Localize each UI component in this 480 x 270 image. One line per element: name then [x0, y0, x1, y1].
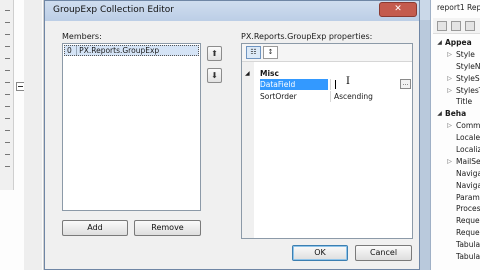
expand-icon[interactable]: ▷ — [445, 49, 454, 61]
expand-icon[interactable]: ▷ — [445, 73, 454, 85]
properties-icon[interactable] — [465, 21, 475, 31]
expand-icon[interactable]: ▷ — [445, 120, 454, 132]
expand-icon[interactable]: ▷ — [445, 156, 454, 168]
alphabetical-icon[interactable] — [451, 21, 461, 31]
property-value[interactable]: Ascending — [332, 91, 412, 102]
properties-label: PX.Reports.GroupExp properties: — [241, 32, 373, 41]
dialog-title-bar[interactable]: GroupExp Collection Editor ✕ — [45, 1, 419, 21]
properties-window-list: ◢Appea▷StyleStyleNa▷StyleSh▷StylesTTitle… — [433, 37, 480, 263]
properties-item[interactable]: Tabula — [433, 251, 480, 263]
properties-item-label: Naviga — [456, 180, 480, 190]
expand-icon[interactable]: ▷ — [445, 85, 454, 97]
move-down-button[interactable]: ⬇ — [207, 68, 222, 83]
remove-button[interactable]: Remove — [134, 220, 201, 236]
properties-item[interactable]: Reque — [433, 227, 480, 239]
close-icon: ✕ — [394, 4, 402, 14]
properties-item[interactable]: Naviga — [433, 180, 480, 192]
ellipsis-button[interactable]: ... — [400, 79, 411, 89]
member-item[interactable]: 0 PX.Reports.GroupExp — [64, 45, 199, 56]
property-row-datafield[interactable]: DataField ... — [254, 79, 412, 90]
properties-item[interactable]: Param — [433, 192, 480, 204]
member-index: 0 — [67, 46, 72, 55]
properties-item[interactable]: ▷StylesT — [433, 85, 480, 97]
properties-item-label: Style — [456, 49, 475, 59]
arrow-down-icon: ⬇ — [211, 71, 218, 80]
properties-category[interactable]: ◢ Appea — [433, 37, 480, 49]
properties-item[interactable]: StyleNa — [433, 61, 480, 73]
properties-item[interactable]: Localiz — [433, 144, 480, 156]
property-name: DataField — [260, 79, 328, 90]
properties-item[interactable]: Naviga — [433, 168, 480, 180]
arrow-up-icon: ⬆ — [211, 49, 218, 58]
dialog-title: GroupExp Collection Editor — [53, 5, 174, 15]
properties-item-label: Reque — [456, 216, 480, 226]
properties-item-label: Naviga — [456, 168, 480, 178]
properties-item-label: StyleSh — [456, 73, 480, 83]
properties-item[interactable]: Proces — [433, 203, 480, 215]
properties-item[interactable]: ▷StyleSh — [433, 73, 480, 85]
alphabetical-view-button[interactable]: ↕ — [263, 46, 278, 59]
properties-item-label: Locale — [456, 133, 480, 143]
properties-item[interactable]: ▷ Style — [433, 49, 480, 61]
categorized-icon: ☷ — [250, 48, 257, 56]
properties-item[interactable]: Reque — [433, 215, 480, 227]
close-button[interactable]: ✕ — [379, 2, 417, 17]
properties-item-label: Param — [456, 192, 480, 202]
category-label: Misc — [260, 69, 279, 78]
properties-item[interactable]: Locale — [433, 132, 480, 144]
ok-button[interactable]: OK — [292, 245, 348, 261]
property-name: SortOrder — [260, 92, 297, 101]
properties-item-label: Tabula — [456, 240, 480, 250]
properties-item-label: Beha — [445, 109, 467, 119]
categorized-icon[interactable] — [437, 21, 447, 31]
properties-item-label: Title — [456, 97, 473, 107]
properties-item-label: MailSe — [456, 156, 480, 166]
collapse-icon[interactable]: ◢ — [435, 37, 444, 49]
properties-item-label: Localiz — [456, 145, 480, 155]
member-name: PX.Reports.GroupExp — [76, 46, 160, 55]
properties-window-title: report1 Rep — [437, 3, 480, 12]
category-row-misc[interactable]: ◢ Misc — [245, 68, 412, 79]
add-button[interactable]: Add — [62, 220, 128, 236]
vertical-ruler — [0, 0, 14, 190]
properties-item-label: StylesT — [456, 85, 480, 95]
move-up-button[interactable]: ⬆ — [207, 46, 222, 61]
text-caret — [335, 80, 336, 89]
properties-item[interactable]: Title — [433, 96, 480, 108]
properties-item-label: Appea — [445, 38, 472, 47]
members-list[interactable]: 0 PX.Reports.GroupExp — [62, 43, 201, 211]
properties-window-toolbar — [433, 18, 480, 34]
property-grid-margin — [242, 62, 254, 238]
property-grid: ☷ ↕ ◢ Misc DataField ... SortOrder Ascen… — [241, 43, 413, 239]
properties-item-label: Tabula — [456, 252, 480, 262]
property-grid-toolbar: ☷ ↕ — [242, 44, 412, 62]
category-collapse-icon[interactable]: ◢ — [245, 68, 250, 79]
properties-category[interactable]: ◢ Beha — [433, 108, 480, 120]
properties-item-label: Commo — [456, 121, 480, 131]
collapse-icon[interactable]: ◢ — [435, 108, 444, 120]
properties-item[interactable]: ▷Commo — [433, 120, 480, 132]
properties-item-label: StyleNa — [456, 61, 480, 71]
cancel-button[interactable]: Cancel — [355, 245, 412, 261]
property-row-sortorder[interactable]: SortOrder Ascending — [254, 91, 412, 102]
properties-item[interactable]: Tabula — [433, 239, 480, 251]
members-label: Members: — [62, 32, 102, 41]
categorized-view-button[interactable]: ☷ — [246, 46, 261, 59]
properties-item-label: Proces — [456, 204, 480, 214]
alphabetical-sort-icon: ↕ — [267, 48, 274, 56]
properties-item[interactable]: ▷ MailSe — [433, 156, 480, 168]
mouse-ibeam-cursor: I — [346, 76, 350, 87]
background-gutter — [24, 0, 42, 270]
collection-editor-dialog: GroupExp Collection Editor ✕ Members: 0 … — [44, 0, 420, 270]
properties-item-label: Reque — [456, 228, 480, 238]
